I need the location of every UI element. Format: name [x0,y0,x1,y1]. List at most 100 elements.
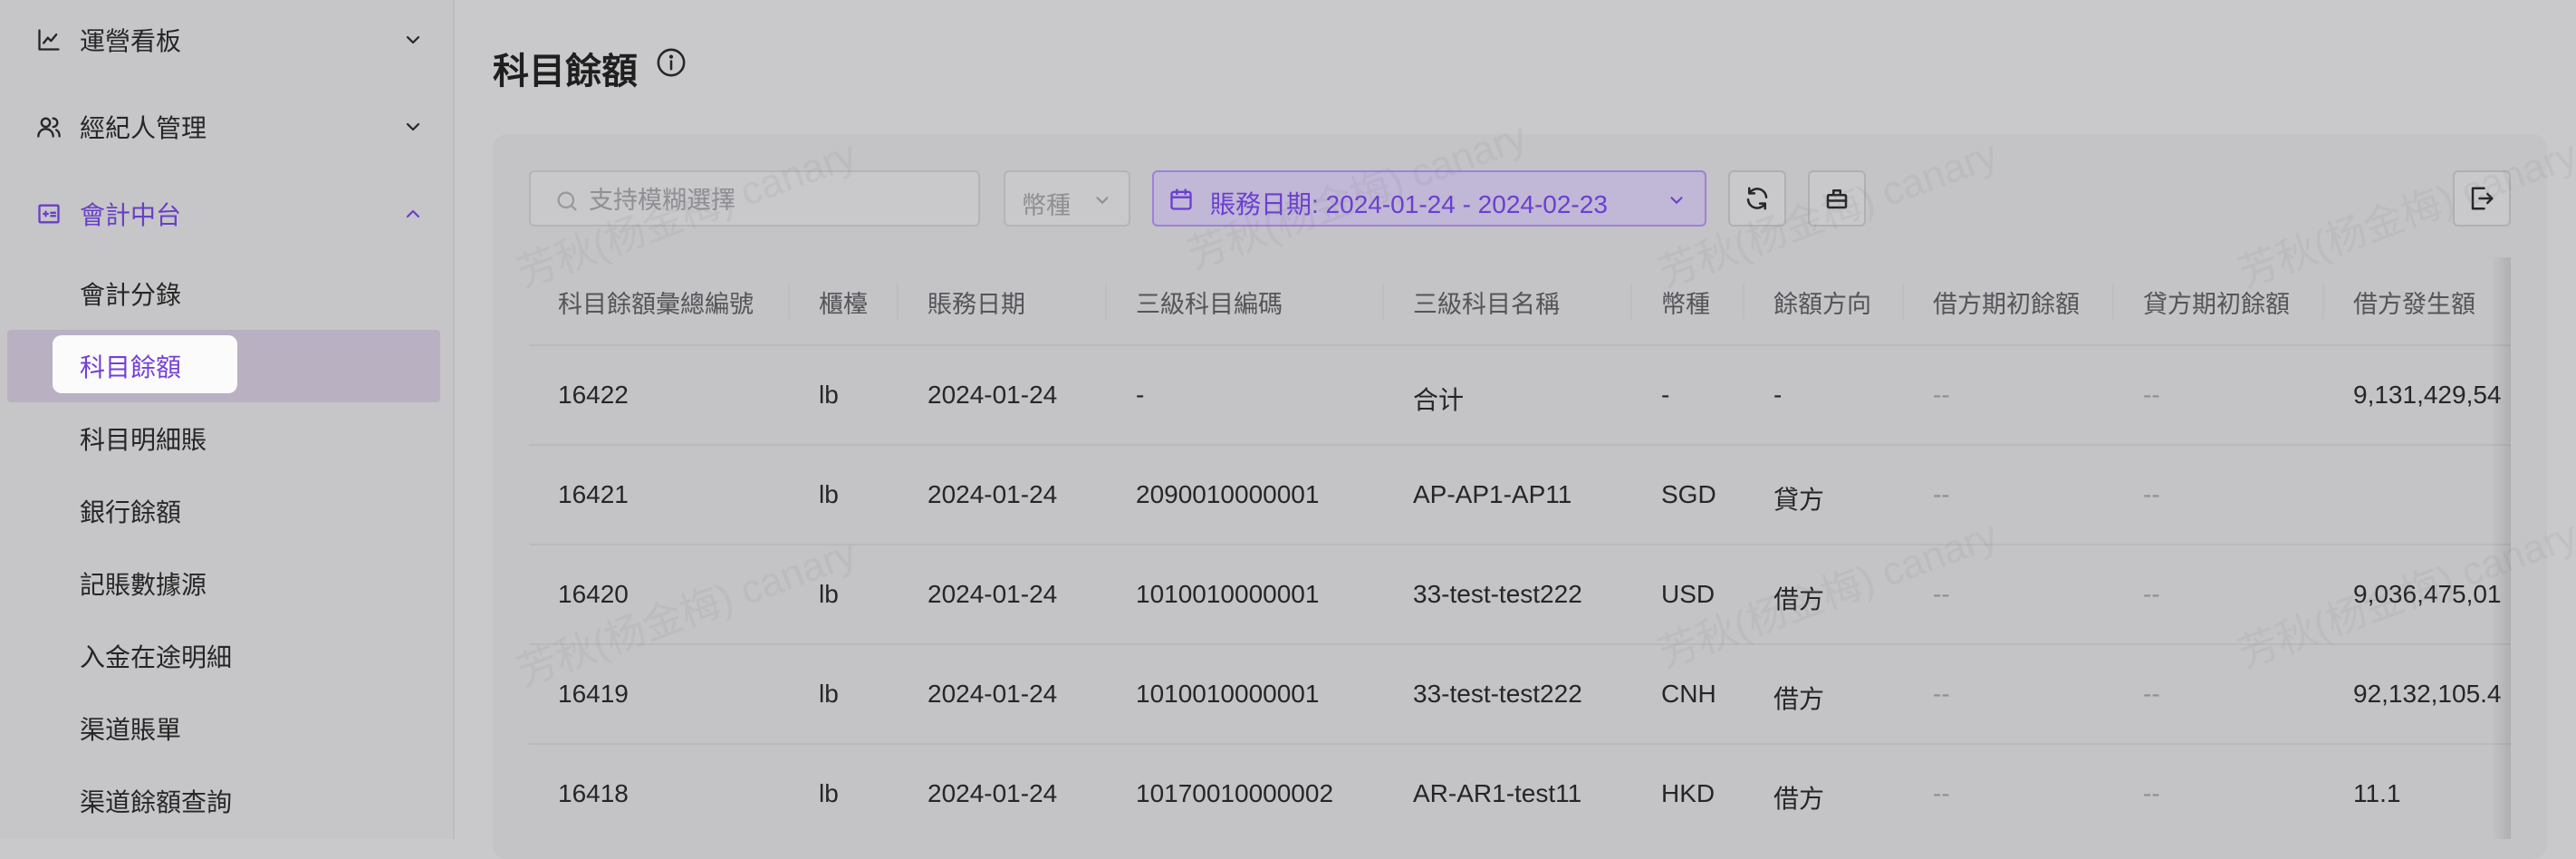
column-header[interactable]: 賬務日期 [928,285,1025,320]
table-scroll-shadow [2491,257,2511,839]
table-row[interactable]: 16418 lb 2024-01-24 10170010000002 AR-AR… [529,743,2511,839]
cell-date: 2024-01-24 [928,779,1058,807]
column-divider [1743,283,1745,319]
menu-group-broker-management[interactable]: 經紀人管理 [0,83,453,170]
cell-account-name: AR-AR1-test11 [1413,779,1582,807]
eraser-icon [1826,189,1848,209]
cell-account-name: 33-test-test222 [1413,680,1582,708]
cell-summary-id: 16420 [558,580,629,608]
cell-debit-opening: -- [1933,381,1950,409]
column-header[interactable]: 三級科目編碼 [1136,285,1283,320]
menu-group-label: 運營看板 [80,27,182,55]
cell-debit-amount: 92,132,105.4 [2353,680,2502,708]
cell-summary-id: 16419 [558,680,629,708]
chevron-down-icon [1096,197,1109,204]
chevron-up-icon [406,209,420,218]
search-input[interactable] [587,179,971,221]
cell-balance-direction: 借方 [1773,585,1825,613]
table-row[interactable]: 16420 lb 2024-01-24 1010010000001 33-tes… [529,544,2511,645]
column-header[interactable]: 借方期初餘額 [1933,285,2080,320]
cell-date: 2024-01-24 [928,480,1058,508]
page-title: 科目餘額 [493,52,638,92]
column-divider [1382,283,1384,319]
cell-balance-direction: 貸方 [1773,486,1825,514]
refresh-button[interactable] [1728,170,1786,227]
cell-summary-id: 16418 [558,779,629,807]
cell-currency: - [1661,381,1670,409]
sidebar-item-journal-entries[interactable]: 會計分錄 [0,257,453,330]
menu-group-label: 經紀人管理 [80,114,207,142]
sidebar-item-label: 銀行餘額 [80,498,182,526]
column-header[interactable]: 幣種 [1661,285,1710,320]
table-row[interactable]: 16419 lb 2024-01-24 1010010000001 33-tes… [529,643,2511,745]
sidebar-item-data-source[interactable]: 記賬數據源 [0,547,453,620]
sidebar-item-label: 會計分錄 [80,281,182,309]
table-row[interactable]: 16421 lb 2024-01-24 2090010000001 AP-AP1… [529,444,2511,545]
info-icon[interactable] [656,47,687,78]
cell-credit-opening: -- [2143,580,2160,608]
sidebar-item-label: 科目明細賬 [80,426,207,454]
sidebar-item-bank-balance[interactable]: 銀行餘額 [0,475,453,547]
cell-credit-opening: -- [2143,680,2160,708]
cell-currency: SGD [1661,480,1716,508]
export-icon [2471,187,2494,210]
column-header[interactable]: 櫃檯 [819,285,868,320]
cell-summary-id: 16422 [558,381,629,409]
column-header[interactable]: 三級科目名稱 [1413,285,1560,320]
cell-summary-id: 16421 [558,480,629,508]
cell-date: 2024-01-24 [928,381,1058,409]
sidebar-item-account-balance[interactable]: 科目餘額 [0,330,453,402]
column-divider [1630,283,1632,319]
cell-credit-opening: -- [2143,480,2160,508]
cell-account-code: 1010010000001 [1136,680,1320,708]
cell-debit-amount: 11.1 [2353,779,2401,807]
cell-date: 2024-01-24 [928,580,1058,608]
chevron-down-icon [406,122,420,131]
cell-account-name: 33-test-test222 [1413,580,1582,608]
accounting-icon [38,204,60,224]
sidebar-item-label: 渠道餘額查詢 [80,788,233,816]
date-range-filter[interactable]: 賬務日期: 2024-01-24 - 2024-02-23 [1152,170,1706,227]
cell-counter: lb [819,480,839,508]
cell-date: 2024-01-24 [928,680,1058,708]
cell-debit-opening: -- [1933,580,1950,608]
cell-currency: HKD [1661,779,1716,807]
cell-account-code: 2090010000001 [1136,480,1320,508]
table-row[interactable]: 16422 lb 2024-01-24 - 合计 - - -- -- 9,131… [529,344,2511,446]
search-icon [557,191,577,211]
column-divider [2112,283,2114,319]
column-header[interactable]: 科目餘額彙總編號 [558,285,754,320]
cell-account-name: AP-AP1-AP11 [1413,480,1572,508]
sidebar-item-deposit-in-transit[interactable]: 入金在途明細 [0,620,453,692]
export-button[interactable] [2453,170,2511,227]
currency-select-label: 幣種 [1022,192,1071,219]
clear-filters-button[interactable] [1808,170,1866,227]
menu-group-operations-dashboard[interactable]: 運營看板 [0,0,453,83]
cell-account-code: 1010010000001 [1136,580,1320,608]
menu-group-accounting-center[interactable]: 會計中台 [0,170,453,257]
sidebar: 運營看板 經紀人管理 會計中台 會計分錄 科目餘額 科目明細賬 銀行餘額 記賬數… [0,0,455,839]
search-field[interactable] [529,170,980,227]
chevron-down-icon [406,35,420,44]
cell-debit-opening: -- [1933,480,1950,508]
table-header: 科目餘額彙總編號 櫃檯 賬務日期 三級科目編碼 三級科目名稱 幣種 餘額方向 借… [529,257,2511,346]
cell-counter: lb [819,381,839,409]
column-header[interactable]: 餘額方向 [1773,285,1871,320]
cell-debit-amount: 9,131,429,54 [2353,381,2502,409]
line-chart-icon [38,29,60,51]
refresh-icon [1746,187,1768,210]
cell-debit-opening: -- [1933,779,1950,807]
cell-account-code: 10170010000002 [1136,779,1334,807]
sidebar-item-channel-balance-query[interactable]: 渠道餘額查詢 [0,765,453,837]
column-header[interactable]: 借方發生額 [2353,285,2475,320]
cell-account-code: - [1136,381,1145,409]
column-divider [1105,283,1107,319]
date-range-label: 賬務日期: 2024-01-24 - 2024-02-23 [1210,190,1608,218]
sidebar-item-account-ledger[interactable]: 科目明細賬 [0,402,453,475]
cell-counter: lb [819,680,839,708]
column-divider [2322,283,2324,319]
cell-debit-opening: -- [1933,680,1950,708]
currency-select[interactable]: 幣種 [1004,170,1130,227]
column-header[interactable]: 貸方期初餘額 [2143,285,2290,320]
sidebar-item-channel-bills[interactable]: 渠道賬單 [0,692,453,765]
